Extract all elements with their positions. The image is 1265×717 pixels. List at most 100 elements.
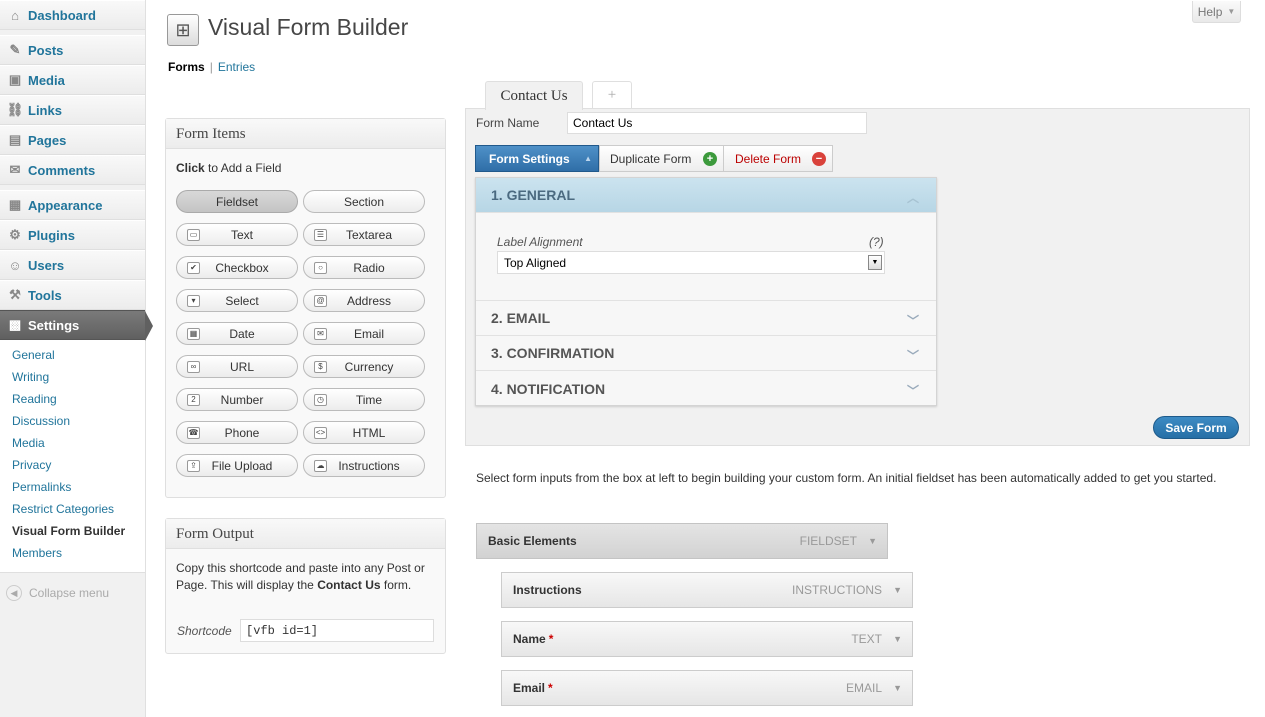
add-address-button[interactable]: @ Address bbox=[303, 289, 425, 312]
html-icon: <> bbox=[314, 427, 327, 439]
form-name-input[interactable]: Contact Us bbox=[567, 112, 867, 134]
chevron-down-icon[interactable]: ▼ bbox=[893, 683, 902, 693]
help-tooltip[interactable]: (?) bbox=[869, 235, 884, 249]
add-date-button[interactable]: ▦ Date bbox=[176, 322, 298, 345]
date-icon: ▦ bbox=[187, 328, 200, 340]
section-general-label: 1. GENERAL bbox=[491, 187, 576, 203]
add-file-upload-button[interactable]: ⇪ File Upload bbox=[176, 454, 298, 477]
links-icon: ⛓ bbox=[6, 102, 24, 117]
click-label: Click bbox=[176, 161, 205, 175]
add-phone-button[interactable]: ☎ Phone bbox=[176, 421, 298, 444]
field-row-email[interactable]: Email * EMAIL ▼ bbox=[501, 670, 913, 706]
add-url-button[interactable]: ∞ URL bbox=[176, 355, 298, 378]
sidebar-item-label: Settings bbox=[28, 317, 80, 333]
section-notification[interactable]: 4. NOTIFICATION ﹀ bbox=[476, 371, 936, 406]
submenu-item-media[interactable]: Media bbox=[0, 432, 145, 454]
posts-icon: ✎ bbox=[9, 42, 21, 57]
label-alignment-select[interactable]: Top Aligned ▼ bbox=[497, 251, 885, 274]
submenu-item-members[interactable]: Members bbox=[0, 542, 145, 564]
subnav-forms[interactable]: Forms bbox=[168, 60, 205, 74]
subnav: Forms | Entries bbox=[168, 60, 256, 74]
submenu-item-visual-form-builder[interactable]: Visual Form Builder bbox=[0, 520, 145, 542]
submenu-item-discussion[interactable]: Discussion bbox=[0, 410, 145, 432]
chevron-down-icon[interactable]: ▼ bbox=[893, 585, 902, 595]
submenu-item-permalinks[interactable]: Permalinks bbox=[0, 476, 145, 498]
form-items-panel: Form Items Click to Add a Field Fieldset… bbox=[165, 118, 446, 498]
number-icon: 2 bbox=[187, 394, 200, 406]
tools-icon: ⚒ bbox=[9, 287, 21, 302]
form-action-buttons: Form Settings ▲ Duplicate Form + Delete Fo… bbox=[475, 145, 833, 172]
field-label: Name bbox=[513, 632, 546, 646]
field-type-label: Select bbox=[225, 293, 259, 308]
field-type-label: Instructions bbox=[338, 458, 400, 473]
form-output-description: Copy this shortcode and paste into any P… bbox=[176, 560, 435, 594]
chevron-down-icon[interactable]: ▼ bbox=[893, 634, 902, 644]
help-button[interactable]: Help ▼ bbox=[1192, 1, 1241, 23]
sidebar-item-label: Plugins bbox=[28, 227, 75, 243]
section-email[interactable]: 2. EMAIL ﹀ bbox=[476, 301, 936, 336]
sidebar-item-pages[interactable]: ▤ Pages bbox=[0, 125, 145, 155]
duplicate-form-button[interactable]: Duplicate Form + bbox=[599, 145, 724, 172]
field-row-name[interactable]: Name * TEXT ▼ bbox=[501, 621, 913, 657]
sidebar-item-appearance[interactable]: ▦ Appearance bbox=[0, 190, 145, 220]
add-time-button[interactable]: ◷ Time bbox=[303, 388, 425, 411]
collapse-menu[interactable]: ◀ Collapse menu bbox=[0, 573, 145, 613]
delete-form-button[interactable]: Delete Form − bbox=[724, 145, 833, 172]
sidebar-item-posts[interactable]: ✎ Posts bbox=[0, 35, 145, 65]
chevron-down-icon: ﹀ bbox=[906, 349, 919, 363]
sidebar-item-dashboard[interactable]: ⌂ Dashboard bbox=[0, 0, 145, 30]
add-html-button[interactable]: <> HTML bbox=[303, 421, 425, 444]
submenu-item-reading[interactable]: Reading bbox=[0, 388, 145, 410]
add-textarea-button[interactable]: ☰ Textarea bbox=[303, 223, 425, 246]
add-instructions-button[interactable]: ☁ Instructions bbox=[303, 454, 425, 477]
form-settings-button[interactable]: Form Settings ▲ bbox=[475, 145, 599, 172]
sidebar-item-settings[interactable]: ▩ Settings bbox=[0, 310, 153, 341]
field-type-label: URL bbox=[229, 359, 254, 374]
save-form-button[interactable]: Save Form bbox=[1153, 416, 1239, 439]
form-settings-label: Form Settings bbox=[489, 151, 570, 166]
shortcode-field[interactable]: [vfb id=1] bbox=[240, 619, 434, 642]
chevron-down-icon[interactable]: ▼ bbox=[868, 536, 877, 546]
page-title: Visual Form Builder bbox=[208, 14, 409, 40]
form-name-label: Form Name bbox=[476, 116, 540, 130]
fieldset-row[interactable]: Basic Elements FIELDSET ▼ bbox=[476, 523, 888, 559]
plus-circle-icon: + bbox=[703, 152, 717, 166]
field-row-instructions[interactable]: Instructions INSTRUCTIONS ▼ bbox=[501, 572, 913, 608]
sidebar-item-tools[interactable]: ⚒ Tools bbox=[0, 280, 145, 310]
required-marker: * bbox=[548, 632, 554, 646]
section-confirmation[interactable]: 3. CONFIRMATION ﹀ bbox=[476, 336, 936, 371]
sidebar-item-media[interactable]: ▣ Media bbox=[0, 65, 145, 95]
submenu-item-privacy[interactable]: Privacy bbox=[0, 454, 145, 476]
collapse-menu-label: Collapse menu bbox=[29, 586, 110, 600]
add-checkbox-button[interactable]: ✔ Checkbox bbox=[176, 256, 298, 279]
submenu-item-writing[interactable]: Writing bbox=[0, 366, 145, 388]
add-number-button[interactable]: 2 Number bbox=[176, 388, 298, 411]
radio-icon: ○ bbox=[314, 262, 327, 274]
sidebar-item-plugins[interactable]: ⚙ Plugins bbox=[0, 220, 145, 250]
file-upload-icon: ⇪ bbox=[187, 460, 200, 472]
settings-icon: ▩ bbox=[8, 317, 22, 332]
chevron-down-icon: ▼ bbox=[1227, 7, 1236, 16]
add-radio-button[interactable]: ○ Radio bbox=[303, 256, 425, 279]
required-marker: * bbox=[548, 681, 553, 695]
field-type-label: Checkbox bbox=[215, 260, 269, 275]
add-email-button[interactable]: ✉ Email bbox=[303, 322, 425, 345]
plugins-icon: ⚙ bbox=[9, 227, 21, 242]
submenu-item-general[interactable]: General bbox=[0, 344, 145, 366]
subnav-entries[interactable]: Entries bbox=[218, 60, 255, 74]
sidebar-item-comments[interactable]: ✉ Comments bbox=[0, 155, 145, 185]
submenu-item-restrict-categories[interactable]: Restrict Categories bbox=[0, 498, 145, 520]
sidebar-item-users[interactable]: ☺ Users bbox=[0, 250, 145, 280]
sidebar-item-links[interactable]: ⛓ Links bbox=[0, 95, 145, 125]
add-section-button[interactable]: Section bbox=[303, 190, 425, 213]
section-general[interactable]: 1. GENERAL ︿ bbox=[476, 178, 936, 213]
minus-circle-icon: − bbox=[812, 152, 826, 166]
add-fieldset-button[interactable]: Fieldset bbox=[176, 190, 298, 213]
tab-contact-us[interactable]: Contact Us bbox=[485, 81, 583, 110]
add-form-tab[interactable]: + bbox=[592, 81, 632, 109]
add-text-button[interactable]: ▭ Text bbox=[176, 223, 298, 246]
add-currency-button[interactable]: $ Currency bbox=[303, 355, 425, 378]
settings-accordion: 1. GENERAL ︿ Label Alignment (?) Top Alig… bbox=[475, 177, 937, 406]
instructions-icon: ☁ bbox=[314, 460, 327, 472]
add-select-button[interactable]: ▾ Select bbox=[176, 289, 298, 312]
